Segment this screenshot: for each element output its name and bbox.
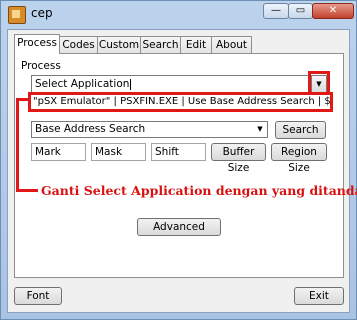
- text-caret: [130, 78, 132, 90]
- window-title: cep: [31, 6, 53, 20]
- mark-field[interactable]: Mark: [31, 143, 86, 161]
- title-bar[interactable]: cep — ▭ ✕: [1, 1, 356, 27]
- annotation-text: Ganti Select Application dengan yang dit…: [41, 183, 357, 198]
- process-select-value: Select Application: [35, 78, 130, 90]
- annotation-line: [16, 189, 38, 192]
- search-mode-select[interactable]: Base Address Search: [31, 121, 268, 138]
- tab-edit[interactable]: Edit: [180, 36, 212, 53]
- maximize-button[interactable]: ▭: [288, 3, 313, 19]
- font-button[interactable]: Font: [14, 287, 62, 305]
- tab-codes[interactable]: Codes: [59, 36, 98, 53]
- process-label: Process: [21, 60, 61, 72]
- mask-field[interactable]: Mask: [91, 143, 146, 161]
- advanced-button[interactable]: Advanced: [137, 218, 221, 236]
- tab-custom[interactable]: Custom: [97, 36, 141, 53]
- buffer-size-button[interactable]: Buffer Size: [211, 143, 266, 174]
- shift-field[interactable]: Shift: [151, 143, 206, 161]
- region-size-button[interactable]: Region Size: [271, 143, 327, 174]
- minimize-button[interactable]: —: [263, 3, 289, 19]
- application-window: cep — ▭ ✕ Process Codes Custom Search Ed…: [0, 0, 357, 320]
- tab-search[interactable]: Search: [140, 36, 181, 53]
- exit-button[interactable]: Exit: [294, 287, 344, 305]
- close-button[interactable]: ✕: [312, 3, 354, 19]
- tab-process[interactable]: Process: [14, 34, 60, 54]
- tab-about[interactable]: About: [211, 36, 252, 53]
- search-button[interactable]: Search: [275, 121, 326, 139]
- annotation-line: [16, 99, 19, 191]
- process-select[interactable]: Select Application: [31, 75, 327, 93]
- chevron-down-icon[interactable]: ▼: [253, 122, 267, 137]
- app-icon: [8, 6, 26, 24]
- annotation-box-entry: [28, 92, 333, 112]
